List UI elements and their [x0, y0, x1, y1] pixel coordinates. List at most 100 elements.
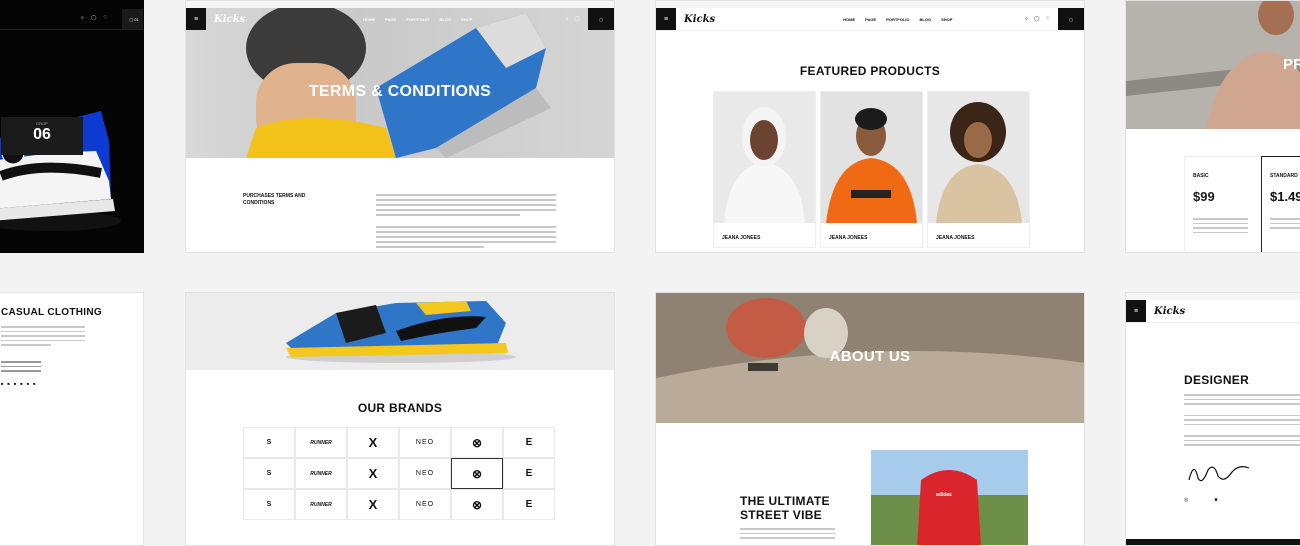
nav-link-blog[interactable]: BLOG — [440, 17, 452, 22]
backpack-image: adidas — [871, 450, 1028, 545]
heart-icon[interactable]: ♡ — [103, 15, 107, 21]
sneaker-image — [0, 111, 121, 231]
designer-navbar: ≡ Kicks — [1126, 300, 1300, 323]
search-icon[interactable]: ⌕ — [566, 16, 569, 22]
plan-name: BASIC — [1193, 173, 1209, 179]
brand-logo-e[interactable]: E — [503, 489, 555, 520]
product-image — [821, 92, 922, 223]
logo[interactable]: Kicks — [1154, 306, 1185, 317]
share-icon[interactable]: ■ — [27, 381, 29, 386]
product-image — [714, 92, 815, 223]
card-about[interactable]: ABOUT US adidas THE ULTIMATE STREET VIBE — [655, 292, 1085, 546]
product-name: JEANA JONEES — [829, 235, 868, 241]
brand-logo-x[interactable]: X — [347, 427, 399, 458]
share-icon[interactable]: ■ — [20, 381, 22, 386]
counter-number: 06 — [33, 126, 51, 143]
menu-icon[interactable]: ≡ — [186, 8, 206, 30]
nav-link-portfolio[interactable]: PORTFOLIO — [886, 17, 909, 22]
brand-logo-neo[interactable]: NEO — [399, 427, 451, 458]
brand-logo-circle[interactable]: ⊗ — [451, 458, 503, 489]
share-icon[interactable]: ■ — [1, 381, 3, 386]
card-terms[interactable]: ≡ Kicks HOME PAGE PORTFOLIO BLOG SHOP ⌕ … — [185, 0, 615, 253]
menu-icon[interactable]: ≡ — [656, 8, 676, 30]
nav-icons: ⌕ ◯ ♡ — [1025, 16, 1050, 22]
about-paragraph — [740, 525, 835, 542]
plan-card-standard[interactable]: STANDARD $1.49 — [1261, 156, 1300, 252]
user-icon[interactable]: ◯ — [574, 16, 580, 22]
facebook-icon[interactable]: ■ — [1214, 497, 1217, 503]
card-casual[interactable]: CASUAL CLOTHING ■ ■ ■ ■ ■ ■ — [0, 292, 144, 546]
card-featured[interactable]: ≡ Kicks HOME PAGE PORTFOLIO BLOG SHOP ⌕ … — [655, 0, 1085, 253]
brand-logo-runner[interactable]: RUNNER — [295, 427, 347, 458]
brand-logo-x[interactable]: X — [347, 489, 399, 520]
product-image — [928, 92, 1029, 223]
nav-link-portfolio[interactable]: PORTFOLIO — [406, 17, 429, 22]
instagram-icon[interactable]: ◎ — [1184, 497, 1188, 503]
product-name: JEANA JONEES — [936, 235, 975, 241]
bag-logo: adidas — [936, 492, 952, 498]
brand-logo-circle[interactable]: ⊗ — [451, 489, 503, 520]
brand-logo-s[interactable]: S — [243, 458, 295, 489]
nav-links: HOME PAGE PORTFOLIO BLOG SHOP — [363, 17, 472, 22]
nav-link-page[interactable]: PAGE — [865, 17, 876, 22]
cart-button[interactable]: ▢ — [1058, 8, 1084, 30]
headline-line-1: THE ULTIMATE — [740, 494, 830, 508]
brand-logo-circle[interactable]: ⊗ — [451, 427, 503, 458]
plan-card-basic[interactable]: BASIC $99 — [1184, 156, 1262, 252]
user-icon[interactable]: ◯ — [91, 15, 97, 21]
brand-logo-neo[interactable]: NEO — [399, 489, 451, 520]
brands-hero-image — [186, 293, 614, 370]
heart-icon[interactable]: ♡ — [1046, 16, 1050, 22]
product-card[interactable]: JEANA JONEES — [820, 91, 923, 248]
hero-title: PR — [1283, 56, 1300, 73]
headline-line-2: STREET VIBE — [740, 508, 822, 522]
nav-links: HOME PAGE PORTFOLIO BLOG SHOP — [843, 17, 952, 22]
share-icon[interactable]: ■ — [33, 381, 35, 386]
nav-link-page[interactable]: PAGE — [385, 17, 396, 22]
nav-link-home[interactable]: HOME — [363, 17, 375, 22]
nav-link-shop[interactable]: SHOP — [461, 17, 472, 22]
counter-box: DROP 06 — [1, 117, 83, 155]
cart-button[interactable]: ▢ — [588, 8, 614, 30]
brand-logo-x[interactable]: X — [347, 458, 399, 489]
signature-image — [1188, 466, 1250, 482]
product-card[interactable]: JEANA JONEES — [713, 91, 816, 248]
about-headline: THE ULTIMATE STREET VIBE — [740, 494, 830, 522]
brand-logo-e[interactable]: E — [503, 427, 555, 458]
social-links: ◎ ■ — [1184, 497, 1217, 503]
social-icons: ■ ■ ■ ■ ■ ■ — [1, 381, 36, 386]
terms-paragraphs — [376, 191, 556, 251]
section-label: PURCHASES TERMS AND CONDITIONS — [243, 193, 306, 206]
card-pricing[interactable]: PR BASIC $99 STANDARD $1.49 — [1125, 0, 1300, 253]
logo[interactable]: Kicks — [214, 14, 245, 25]
nav-link-blog[interactable]: BLOG — [920, 17, 932, 22]
menu-icon[interactable]: ≡ — [1126, 300, 1146, 322]
cart-button[interactable]: ▢ 01 — [122, 9, 143, 29]
nav-icons: ⌕ ◯ ♡ — [81, 15, 108, 21]
card-brands[interactable]: OUR BRANDS S RUNNER X NEO ⊗ E S RUNNER X… — [185, 292, 615, 546]
user-icon[interactable]: ◯ — [1034, 16, 1040, 22]
card-designer[interactable]: ≡ Kicks DESIGNER ◎ ■ — [1125, 292, 1300, 546]
share-icon[interactable]: ■ — [14, 381, 16, 386]
search-icon[interactable]: ⌕ — [81, 15, 84, 21]
brand-logo-s[interactable]: S — [243, 427, 295, 458]
brand-logo-runner[interactable]: RUNNER — [295, 458, 347, 489]
nav-link-home[interactable]: HOME — [843, 17, 855, 22]
product-card[interactable]: JEANA JONEES — [927, 91, 1030, 248]
designer-paragraphs — [1184, 391, 1300, 449]
share-icon[interactable]: ■ — [7, 381, 9, 386]
product-name: JEANA JONEES — [722, 235, 761, 241]
terms-navbar: ≡ Kicks HOME PAGE PORTFOLIO BLOG SHOP ⌕ … — [186, 8, 614, 30]
nav-icons: ⌕ ◯ — [566, 16, 580, 22]
logo[interactable]: Kicks — [684, 14, 715, 25]
casual-title: CASUAL CLOTHING — [1, 307, 102, 318]
brands-title: OUR BRANDS — [357, 401, 443, 415]
search-icon[interactable]: ⌕ — [1025, 16, 1028, 22]
nav-link-shop[interactable]: SHOP — [941, 17, 952, 22]
brand-logo-neo[interactable]: NEO — [399, 458, 451, 489]
featured-navbar: ≡ Kicks HOME PAGE PORTFOLIO BLOG SHOP ⌕ … — [656, 8, 1084, 31]
brand-logo-s[interactable]: S — [243, 489, 295, 520]
brand-logo-e[interactable]: E — [503, 458, 555, 489]
card-shoe-dark[interactable]: ⌕ ◯ ♡ ▢ 01 DROP 06 — [0, 0, 144, 253]
brand-logo-runner[interactable]: RUNNER — [295, 489, 347, 520]
